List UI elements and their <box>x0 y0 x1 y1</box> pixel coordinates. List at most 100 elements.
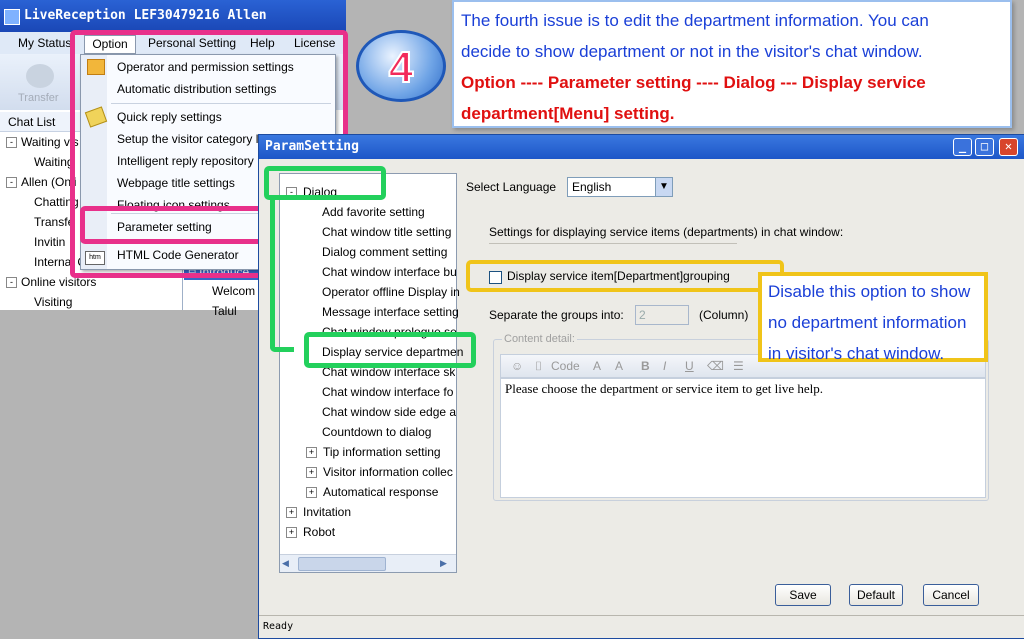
step-number: 4 <box>388 42 414 93</box>
instruction-note: The fourth issue is to edit the departme… <box>452 0 1012 128</box>
cancel-button[interactable]: Cancel <box>923 584 979 606</box>
settings-tree: - Dialog Add favorite setting Chat window t… <box>279 173 463 573</box>
font-color-icon[interactable]: A <box>615 358 623 374</box>
tree-item-label: Operator offline Display in <box>322 285 460 299</box>
minimize-icon[interactable]: _ <box>953 138 972 156</box>
tree-item-label: Tip information setting <box>323 445 441 459</box>
tree-horizontal-scrollbar[interactable]: ◀ ▶ <box>280 554 456 572</box>
callout-line-2: no department information <box>768 313 967 332</box>
scroll-thumb[interactable] <box>298 557 386 571</box>
chat-list-item-label: Visiting <box>34 295 73 309</box>
tree-item-label: Robot <box>303 525 336 539</box>
tree-item-label: Add favorite setting <box>322 205 425 219</box>
app-icon <box>4 9 20 25</box>
transfer-button-label[interactable]: Transfer <box>18 92 59 104</box>
tree-item-label: Chat window title setting <box>322 225 452 239</box>
tree-item-label: Chat window interface fo <box>322 385 454 399</box>
tree-item-label: Chat window side edge a <box>322 405 457 419</box>
bold-icon[interactable]: B <box>641 358 650 374</box>
status-text: Ready <box>263 621 294 632</box>
note-line-1: The fourth issue is to edit the departme… <box>461 11 929 30</box>
tree-item[interactable]: Countdown to dialog <box>322 422 431 442</box>
chat-list-item[interactable]: Visiting <box>0 292 180 312</box>
select-language-label: Select Language <box>466 180 557 194</box>
tree-item[interactable]: Chat window interface bu <box>322 262 457 282</box>
tree-item-label: Visitor information collec <box>323 465 453 479</box>
note-line-4: department[Menu] setting. <box>461 104 675 123</box>
content-editor[interactable]: Please choose the department or service … <box>500 378 986 498</box>
callout-line-1: Disable this option to show <box>768 282 971 301</box>
highlight-dialog-node <box>264 166 386 200</box>
note-line-3: Option ---- Parameter setting ---- Dialo… <box>461 73 926 92</box>
column-label: (Column) <box>699 308 749 322</box>
tree-item[interactable]: Add favorite setting <box>322 202 425 222</box>
maximize-icon[interactable]: □ <box>975 138 994 156</box>
scroll-right-icon[interactable]: ▶ <box>440 557 452 569</box>
section-heading: Settings for displaying service items (d… <box>489 225 844 239</box>
code-icon[interactable]: ⌷ <box>535 358 542 374</box>
tree-expander-icon[interactable]: + <box>286 507 297 519</box>
step-number-badge: 4 <box>356 30 446 102</box>
tree-expander-icon[interactable]: + <box>286 527 297 539</box>
highlight-department-checkbox <box>466 260 784 292</box>
default-button[interactable]: Default <box>849 584 903 606</box>
tree-item[interactable]: Chat window title setting <box>322 222 451 242</box>
separate-groups-label: Separate the groups into: <box>489 308 624 322</box>
font-size-icon[interactable]: A <box>593 358 601 374</box>
callout-note: Disable this option to show no departmen… <box>758 272 988 363</box>
language-value: English <box>572 180 612 194</box>
tree-item[interactable]: + Visitor information collec <box>306 462 453 482</box>
highlight-display-department <box>304 332 476 368</box>
tree-item[interactable]: Chat window side edge a <box>322 402 456 422</box>
code-button[interactable]: Code <box>551 358 580 374</box>
tree-item[interactable]: + Robot <box>286 522 335 542</box>
smiley-icon[interactable]: ☺ <box>511 358 523 374</box>
tree-item-label: Dialog comment setting <box>322 245 448 259</box>
close-icon[interactable]: ✕ <box>999 138 1018 156</box>
chevron-down-icon[interactable]: ▼ <box>655 178 672 196</box>
tree-expander-icon[interactable]: + <box>306 467 317 479</box>
tree-expander-icon[interactable]: - <box>6 277 17 289</box>
language-select[interactable]: English ▼ <box>567 177 673 197</box>
tree-item-label: Message interface setting <box>322 305 459 319</box>
list-icon[interactable]: ☰ <box>733 358 744 374</box>
content-detail-label: Content detail: <box>502 333 577 345</box>
tree-item[interactable]: Operator offline Display in <box>322 282 460 302</box>
tree-expander-icon[interactable]: + <box>306 447 317 459</box>
save-button[interactable]: Save <box>775 584 831 606</box>
main-window-title: LiveReception LEF30479216 Allen <box>24 8 267 23</box>
chat-list-item-label: Transfe <box>34 215 75 229</box>
scroll-left-icon[interactable]: ◀ <box>282 557 294 569</box>
italic-icon[interactable]: I <box>663 358 666 374</box>
side-tree-item[interactable]: Talul <box>212 304 237 318</box>
dialog-title-bar: ParamSetting _ □ ✕ <box>259 135 1024 159</box>
tree-item[interactable]: Chat window interface fo <box>322 382 453 402</box>
highlight-connector <box>270 198 294 352</box>
tree-expander-icon[interactable]: - <box>6 177 17 189</box>
side-tree-item[interactable]: Welcom <box>212 284 255 298</box>
tree-item-label: Automatical response <box>323 485 439 499</box>
eraser-icon[interactable]: ⌫ <box>707 358 724 374</box>
tree-item[interactable]: + Tip information setting <box>306 442 441 462</box>
tree-item-label: Countdown to dialog <box>322 425 432 439</box>
editor-text[interactable]: Please choose the department or service … <box>505 381 823 397</box>
chat-list-item-label: Waiting <box>34 155 74 169</box>
note-line-2: decide to show department or not in the … <box>461 42 923 61</box>
tree-item[interactable]: + Invitation <box>286 502 351 522</box>
tree-item[interactable]: Dialog comment setting <box>322 242 447 262</box>
highlight-parameter-setting <box>80 206 266 244</box>
chat-list-item-label: Chat List <box>8 115 56 129</box>
chat-list-item-label: Invitin <box>34 235 66 249</box>
transfer-icon[interactable] <box>26 64 54 88</box>
main-title-bar: LiveReception LEF30479216 Allen <box>0 0 346 32</box>
section-divider <box>489 243 737 244</box>
tree-item[interactable]: + Automatical response <box>306 482 438 502</box>
tree-expander-icon[interactable]: + <box>306 487 317 499</box>
groups-count-input[interactable]: 2 <box>635 305 689 325</box>
tree-expander-icon[interactable]: - <box>6 137 17 149</box>
underline-icon[interactable]: U <box>685 358 694 374</box>
callout-line-3: in visitor's chat window. <box>768 344 945 363</box>
tree-item[interactable]: Message interface setting <box>322 302 459 322</box>
menu-my-status[interactable]: My Status <box>18 35 71 52</box>
chat-list-item-label: Allen (Onli <box>21 175 77 189</box>
